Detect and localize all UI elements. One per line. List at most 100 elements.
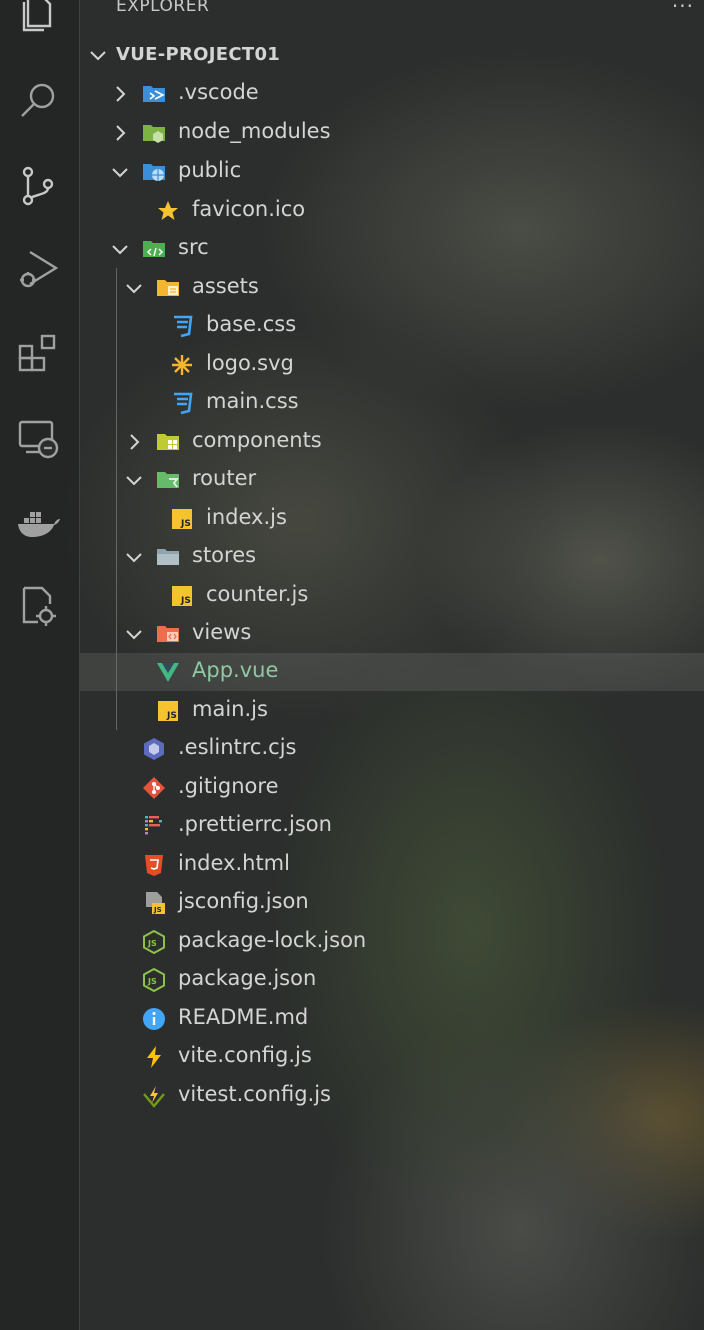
item-label: package-lock.json: [178, 928, 367, 952]
jsconfig-icon: JS: [142, 891, 166, 915]
tree-item-views[interactable]: views: [80, 615, 704, 653]
item-label: src: [178, 235, 209, 259]
vite-icon: [142, 1045, 166, 1069]
chevron-down-icon: [110, 162, 130, 182]
node-folder-icon: [142, 121, 166, 145]
item-label: components: [192, 428, 322, 452]
tree-item-gitignore[interactable]: .gitignore: [80, 769, 704, 807]
tree-item-package-json[interactable]: JS package.json: [80, 961, 704, 999]
item-label: views: [192, 620, 252, 644]
svg-text:JS: JS: [180, 519, 191, 529]
item-label: router: [192, 466, 257, 490]
tree-item-readme[interactable]: README.md: [80, 1000, 704, 1038]
tree-item-index-js[interactable]: JS index.js: [80, 500, 704, 538]
source-control-icon[interactable]: [16, 164, 60, 208]
item-label: vite.config.js: [178, 1043, 312, 1067]
tree-item-vitest-config[interactable]: vitest.config.js: [80, 1077, 704, 1115]
nodejs-icon: JS: [142, 929, 166, 955]
nodejs-icon: JS: [142, 967, 166, 993]
tree-item-router[interactable]: router: [80, 461, 704, 499]
vitest-icon: [142, 1084, 166, 1108]
router-folder-icon: [156, 468, 180, 492]
tree-item-stores[interactable]: stores: [80, 538, 704, 576]
info-icon: [142, 1007, 166, 1031]
js-icon: JS: [156, 699, 180, 723]
tree-item-eslintrc[interactable]: .eslintrc.cjs: [80, 730, 704, 768]
eslint-icon: [142, 737, 166, 761]
explorer-panel: EXPLORER ··· VUE-PROJECT01 .vscode node_…: [80, 0, 704, 1330]
item-label: favicon.ico: [192, 197, 306, 221]
tree-item-public[interactable]: public: [80, 153, 704, 191]
extensions-icon[interactable]: [16, 332, 60, 376]
svg-text:JS: JS: [147, 939, 157, 948]
chevron-down-icon: [124, 470, 144, 490]
views-folder-icon: [156, 622, 180, 646]
tree-item-src[interactable]: src: [80, 230, 704, 268]
svg-icon: [170, 353, 194, 377]
item-label: .eslintrc.cjs: [178, 735, 297, 759]
docker-icon[interactable]: [16, 500, 60, 544]
vscode-folder-icon: [142, 82, 166, 106]
chevron-down-icon: [124, 278, 144, 298]
item-label: node_modules: [178, 119, 331, 143]
tree-item-logo-svg[interactable]: logo.svg: [80, 346, 704, 384]
item-label: .gitignore: [178, 774, 279, 798]
folder-icon: [156, 545, 180, 569]
tree-item-index-html[interactable]: index.html: [80, 846, 704, 884]
tree-item-app-vue[interactable]: App.vue: [80, 653, 704, 691]
search-icon[interactable]: [16, 78, 60, 122]
public-folder-icon: [142, 160, 166, 184]
remote-explorer-icon[interactable]: [16, 416, 60, 460]
more-actions-icon[interactable]: ···: [672, 0, 694, 18]
activity-bar: [0, 0, 80, 1330]
tree-item-assets[interactable]: assets: [80, 269, 704, 307]
tree-item-jsconfig[interactable]: JS jsconfig.json: [80, 884, 704, 922]
files-icon[interactable]: [16, 0, 60, 36]
item-label: README.md: [178, 1005, 309, 1029]
tree-item-favicon[interactable]: favicon.ico: [80, 192, 704, 230]
vue-icon: [156, 660, 180, 684]
tree-item-counter-js[interactable]: JS counter.js: [80, 577, 704, 615]
item-label: .vscode: [178, 80, 259, 104]
item-label: counter.js: [206, 582, 309, 606]
star-icon: [156, 199, 180, 223]
item-label: index.js: [206, 505, 287, 529]
tree-item-base-css[interactable]: base.css: [80, 307, 704, 345]
settings-file-icon[interactable]: [16, 584, 60, 628]
tree-item-main-css[interactable]: main.css: [80, 384, 704, 422]
tree-item-vscode[interactable]: .vscode: [80, 75, 704, 113]
item-label: main.css: [206, 389, 299, 413]
git-icon: [142, 776, 166, 800]
root-folder-label: VUE-PROJECT01: [116, 44, 281, 65]
item-label: App.vue: [192, 658, 279, 682]
chevron-down-icon: [124, 547, 144, 567]
svg-text:JS: JS: [147, 977, 157, 986]
chevron-down-icon: [124, 624, 144, 644]
tree-item-main-js[interactable]: JS main.js: [80, 692, 704, 730]
prettier-icon: [142, 814, 166, 838]
svg-text:JS: JS: [166, 711, 177, 721]
css-icon: [170, 314, 194, 338]
chevron-right-icon: [110, 123, 130, 143]
item-label: public: [178, 158, 242, 182]
src-folder-icon: [142, 237, 166, 261]
item-label: base.css: [206, 312, 297, 336]
item-label: stores: [192, 543, 257, 567]
assets-folder-icon: [156, 276, 180, 300]
item-label: logo.svg: [206, 351, 294, 375]
item-label: jsconfig.json: [178, 889, 309, 913]
svg-text:JS: JS: [180, 596, 191, 606]
run-debug-icon[interactable]: [16, 248, 60, 292]
tree-item-prettierrc[interactable]: .prettierrc.json: [80, 807, 704, 845]
components-folder-icon: [156, 430, 180, 454]
tree-item-vite-config[interactable]: vite.config.js: [80, 1038, 704, 1076]
tree-item-node-modules[interactable]: node_modules: [80, 114, 704, 152]
item-label: assets: [192, 274, 259, 298]
html-icon: [142, 853, 166, 877]
tree-item-components[interactable]: components: [80, 423, 704, 461]
explorer-title: EXPLORER: [116, 0, 210, 16]
item-label: vitest.config.js: [178, 1082, 331, 1106]
item-label: main.js: [192, 697, 268, 721]
tree-item-package-lock[interactable]: JS package-lock.json: [80, 923, 704, 961]
tree-root[interactable]: VUE-PROJECT01: [80, 36, 704, 74]
